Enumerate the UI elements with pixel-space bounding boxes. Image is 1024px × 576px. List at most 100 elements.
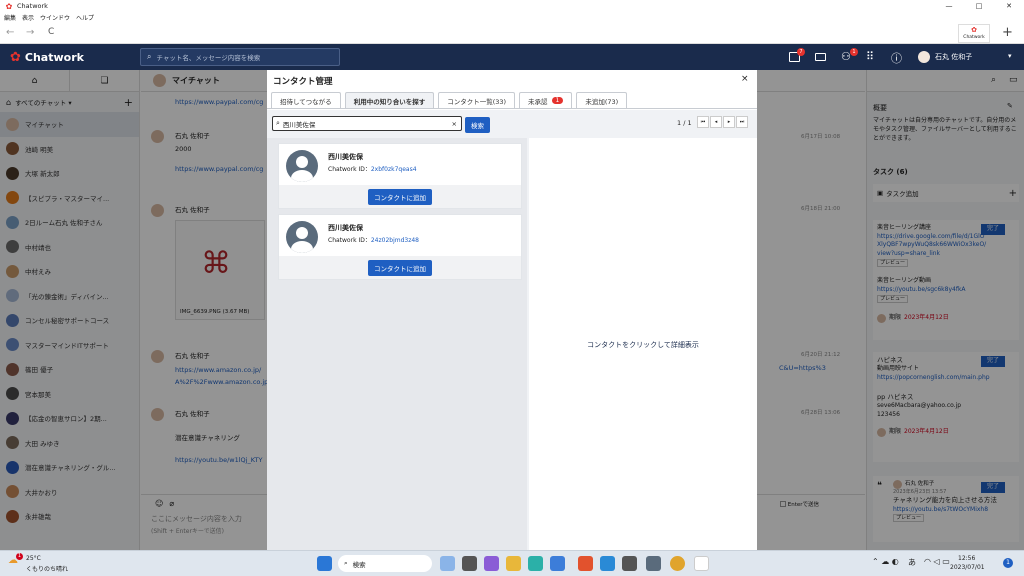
window-title: Chatwork [17,2,48,10]
chatwork-ext-icon: ✿ [971,26,977,34]
app-icon-3[interactable] [484,556,499,571]
tab-label: 未承認 [528,97,548,106]
add-contact-button[interactable]: コンタクトに追加 [368,259,432,276]
edge-icon[interactable] [528,556,543,571]
prev-page-button[interactable]: ◂ [710,116,722,128]
user-name[interactable]: 石丸 佐和子 [935,52,972,62]
taskbar-search[interactable]: ⌕ 検索 [338,555,432,572]
last-page-button[interactable]: ⏭ [736,116,748,128]
contact-name: 西川美佐保 [328,153,363,161]
minimize-button[interactable]: — [934,2,964,10]
app-icon-8[interactable] [600,556,615,571]
maximize-button[interactable]: □ [964,2,994,10]
tab-contact-list[interactable]: コンタクト一覧(33) [438,92,516,108]
first-page-button[interactable]: ⏮ [697,116,709,128]
search-button[interactable]: 検索 [465,117,490,133]
task-badge: 7 [797,48,805,56]
card-footer: コンタクトに追加 [279,256,521,279]
tab-label: 利用中の知り合いを探す [353,97,426,106]
clock-time[interactable]: 12:56 [958,555,975,562]
weather-text: くもりのち晴れ [26,566,69,573]
windows-taskbar: ☁ 1 25°C くもりのち晴れ ⌕ 検索 ⌃ ☁ ◐ あ ◠ ◁ ▭ 12:5… [0,550,1024,576]
contact-management-dialog: コンタクト管理 × 招待してつながる 利用中の知り合いを探す コンタクト一覧(3… [267,70,757,550]
tab-label: 招待してつながる [280,97,332,106]
extension-tab[interactable]: ✿ Chatwork [958,24,990,43]
forward-button[interactable]: → [26,27,34,38]
notification-badge[interactable]: 1 [1003,558,1013,568]
contact-id-label: Chatwork ID： [328,166,371,173]
next-page-button[interactable]: ▸ [723,116,735,128]
tab-invite[interactable]: 招待してつながる [271,92,341,108]
weather-badge: 1 [16,553,23,560]
menu-view[interactable]: 表示 [22,13,34,22]
menu-help[interactable]: ヘルプ [76,13,94,22]
unapproved-badge: 1 [551,97,564,104]
browser-nav: ← → C ✿ Chatwork + [0,23,1024,44]
tab-find-acquaintances[interactable]: 利用中の知り合いを探す [344,92,435,108]
weather-temp: 25°C [26,555,41,562]
chatwork-logo-text: Chatwork [24,50,84,64]
wifi-volume-battery-icons[interactable]: ◠ ◁ ▭ [924,557,950,566]
contact-card-1[interactable]: 西川美佐保 Chatwork ID：2xbf0zk7qeas4 コンタクトに追加 [278,143,522,209]
app-icon-1[interactable] [440,556,455,571]
dialog-close-button[interactable]: × [741,74,749,84]
info-icon[interactable]: ⓘ [891,50,902,66]
dialog-tabs: 招待してつながる 利用中の知り合いを探す コンタクト一覧(33) 未承認 1 未追… [267,92,757,109]
tab-unapproved[interactable]: 未承認 1 [519,92,573,108]
user-avatar[interactable] [918,51,930,63]
add-tab-button[interactable]: + [1002,25,1013,40]
extension-label: Chatwork [963,35,985,40]
contact-avatar-icon [286,221,318,253]
contact-search-input: 西川美佐保 [282,120,316,129]
start-button[interactable] [317,556,332,571]
app-icon-7[interactable] [578,556,593,571]
close-window-button[interactable]: ✕ [994,2,1024,10]
search-icon: ⌕ [147,52,152,61]
dialog-body: ⌕ 西川美佐保 × 検索 1 / 1 ⏮ ◂ ▸ ⏭ 西川美佐保 Chatwor… [267,110,757,550]
search-icon: ⌕ [276,119,280,127]
user-menu-caret[interactable]: ▾ [1008,52,1012,60]
contact-search-box[interactable]: ⌕ 西川美佐保 × [272,116,462,131]
detail-placeholder: コンタクトをクリックして詳細表示 [587,341,699,349]
chatwork-logo-icon: ✿ [10,49,21,65]
dialog-title: コンタクト管理 [273,77,333,87]
contact-card-2[interactable]: 西川美佐保 Chatwork ID：24z02bjmd3z48 コンタクトに追加 [278,214,522,280]
contact-avatar-icon [286,150,318,182]
app-icon-2[interactable] [462,556,477,571]
chatwork-app-icon: ✿ [5,1,13,11]
tray-icons[interactable]: ⌃ ☁ ◐ [872,557,899,566]
chrome-icon[interactable] [670,556,685,571]
contact-id-row: Chatwork ID：2xbf0zk7qeas4 [328,164,417,173]
menu-window[interactable]: ウインドウ [40,13,70,22]
tab-not-added[interactable]: 未追加(73) [576,92,628,108]
pager-buttons: ⏮ ◂ ▸ ⏭ [697,116,748,128]
search-clear-button[interactable]: × [452,120,457,128]
card-footer: コンタクトに追加 [279,185,521,208]
contacts-badge: 1 [850,48,858,56]
chatwork-header: ✿ Chatwork ⌕ チャット名、メッセージ内容を検索 7 ⚇ 1 ⠿ ⓘ … [0,44,1024,70]
folder-icon[interactable] [815,53,826,61]
chatwork-taskbar-icon[interactable] [694,556,709,571]
taskbar-search-label: 検索 [352,560,366,569]
contact-name: 西川美佐保 [328,224,363,232]
apps-grid-icon[interactable]: ⠿ [866,50,874,63]
tab-label: コンタクト一覧(33) [447,97,507,106]
app-icon-9[interactable] [622,556,637,571]
pager-text: 1 / 1 [677,119,692,127]
menu-edit[interactable]: 編集 [4,13,16,22]
header-search-input: チャット名、メッセージ内容を検索 [156,54,261,62]
app-icon-10[interactable] [646,556,661,571]
contact-id-row: Chatwork ID：24z02bjmd3z48 [328,235,419,244]
contact-id: 2xbf0zk7qeas4 [370,166,417,173]
contact-id-label: Chatwork ID： [328,237,371,244]
window-titlebar: ✿ Chatwork — □ ✕ [0,0,1024,12]
app-icon-6[interactable] [550,556,565,571]
ime-indicator[interactable]: あ [908,557,916,568]
menu-bar: 編集 表示 ウインドウ ヘルプ [0,12,1024,23]
add-contact-button[interactable]: コンタクトに追加 [368,188,432,205]
back-button[interactable]: ← [6,27,14,38]
reload-button[interactable]: C [48,27,54,37]
clock-date[interactable]: 2023/07/01 [950,564,985,571]
header-search[interactable]: ⌕ チャット名、メッセージ内容を検索 [140,48,340,66]
app-icon-4[interactable] [506,556,521,571]
